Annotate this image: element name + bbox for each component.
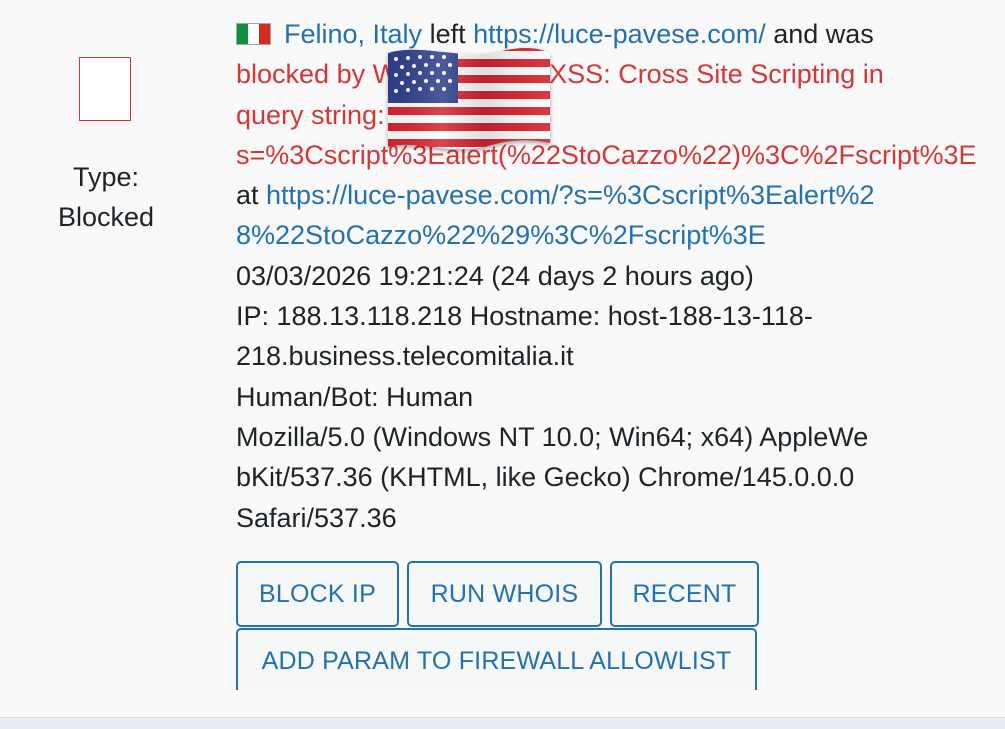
type-label: Type: — [72, 162, 140, 192]
entry-details: Felino, Italy left https://luce-pavese.c… — [236, 14, 981, 538]
run-whois-button[interactable]: RUN WHOIS — [407, 561, 602, 627]
and-was-text: and was — [765, 19, 874, 49]
request-url-line1: at https://luce-pavese.com/?s=%3Cscript%… — [236, 175, 981, 215]
user-agent-line1: Mozilla/5.0 (Windows NT 10.0; Win64; x64… — [236, 421, 869, 452]
entry-summary-line1: Felino, Italy left https://luce-pavese.c… — [236, 14, 981, 54]
blocked-reason-line1: blocked by Wordfence for XSS: Cross Site… — [236, 59, 884, 90]
blocked-reason-line3: s=%3Cscript%3Ealert(%22StoCazzo%22)%3C%2… — [236, 139, 977, 170]
type-value: Blocked — [57, 202, 155, 232]
entry-type-column: Type: Blocked — [0, 0, 215, 692]
add-param-allowlist-button[interactable]: ADD PARAM TO FIREWALL ALLOWLIST — [236, 628, 757, 694]
us-flag-icon — [388, 47, 550, 150]
request-url-link[interactable]: https://luce-pavese.com/?s=%3Cscript%3Ea… — [266, 180, 875, 210]
blocked-type-indicator — [79, 57, 131, 121]
blocked-reason-line2: query string: — [236, 99, 385, 130]
card-bottom-edge — [0, 690, 1005, 717]
human-bot-status: Human/Bot: Human — [236, 381, 474, 412]
at-word: at — [236, 180, 267, 211]
timestamp: 03/03/2026 19:21:24 (24 days 2 hours ago… — [236, 260, 754, 291]
ip-hostname-line1: IP: 188.13.118.218 Hostname: host-188-13… — [236, 301, 813, 332]
block-ip-button[interactable]: BLOCK IP — [236, 561, 399, 627]
request-url-line2[interactable]: 8%22StoCazzo%22%29%3C%2Fscript%3E — [236, 215, 981, 255]
live-traffic-entry: Type: Blocked Felino, Italy left https:/… — [0, 0, 1005, 694]
user-agent-line3: Safari/537.36 — [236, 502, 397, 533]
entry-type-label: Type: Blocked — [36, 157, 176, 237]
user-agent-line2: bKit/537.36 (KHTML, like Gecko) Chrome/1… — [236, 462, 855, 493]
recent-button[interactable]: RECENT — [610, 561, 759, 627]
italy-flag-icon — [236, 23, 271, 45]
next-entry-divider — [0, 717, 1005, 729]
ip-hostname-line2: 218.business.telecomitalia.it — [236, 341, 574, 372]
